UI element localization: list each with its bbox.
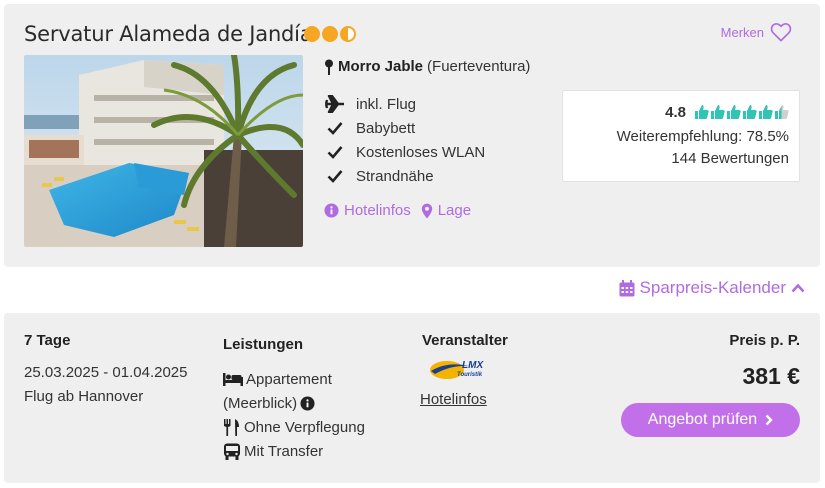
heart-icon <box>770 23 792 42</box>
check-offer-label: Angebot prüfen <box>647 411 758 428</box>
feature-item: Babybett <box>324 116 485 140</box>
rating-score: 4.8 <box>665 103 686 121</box>
review-count: 144 Bewertungen <box>671 150 789 167</box>
lmx-touristik-logo: LMX Touristik <box>430 360 484 379</box>
info-icon <box>324 203 339 218</box>
location-city: Morro Jable <box>338 58 424 75</box>
half-star-icon <box>340 26 356 42</box>
service-board: Ohne Verpflegung <box>223 415 365 439</box>
feature-label: Kostenloses WLAN <box>356 143 486 161</box>
thumbs-up-icon <box>743 105 757 119</box>
location-label: Lage <box>437 202 472 219</box>
calendar-label: Sparpreis-Kalender <box>639 278 786 297</box>
save-button[interactable]: Merken <box>721 22 792 42</box>
chevron-right-icon <box>765 414 773 426</box>
trip-details: 25.03.2025 - 01.04.2025 Flug ab Hannover <box>24 361 187 409</box>
feature-item: inkl. Flug <box>324 92 485 116</box>
map-pin-icon <box>421 203 432 218</box>
thumbs-up-icon <box>695 105 709 119</box>
location-region: (Fuerteventura) <box>427 58 531 75</box>
service-room: Appartement <box>223 367 365 391</box>
room-detail: (Meerblick) <box>223 394 298 412</box>
bed-icon <box>223 373 243 386</box>
hotel-info-label: Hotelinfos <box>344 202 411 219</box>
trip-duration: 7 Tage <box>24 332 71 349</box>
thumbs-rating <box>694 104 789 120</box>
rating-summary: 4.8 <box>563 101 789 123</box>
hotel-info-link[interactable]: Hotelinfos <box>324 202 411 219</box>
location-link[interactable]: Lage <box>421 202 471 219</box>
feature-item: Kostenloses WLAN <box>324 140 485 164</box>
price-label: Preis p. P. <box>729 332 800 349</box>
logo-subtext: Touristik <box>457 372 483 378</box>
feature-list: inkl. Flug Babybett Kostenloses WLAN Str… <box>324 92 485 188</box>
services-title: Leistungen <box>223 336 304 353</box>
transfer-type: Mit Transfer <box>244 442 324 460</box>
thumbs-up-icon <box>727 105 741 119</box>
departure-airport: Flug ab Hannover <box>24 388 144 405</box>
price-calendar-toggle[interactable]: Sparpreis-Kalender <box>619 278 805 298</box>
check-offer-button[interactable]: Angebot prüfen <box>621 403 800 437</box>
room-type: Appartement <box>246 370 332 388</box>
hotel-pool-image <box>24 55 303 247</box>
rating-box[interactable]: 4.8 Weiterempfehlung: 78.5% 144 Bewertun… <box>562 90 800 182</box>
hotel-links: Hotelinfos Lage <box>324 202 471 219</box>
hotel-star-rating <box>304 26 356 42</box>
hotel-card: Servatur Alameda de Jandía Merken Morro … <box>4 4 820 267</box>
service-room-detail: (Meerblick) <box>223 391 365 415</box>
feature-label: Strandnähe <box>356 167 434 185</box>
info-icon[interactable] <box>300 395 315 411</box>
pin-icon <box>325 59 333 75</box>
recommendation-rate: Weiterempfehlung: 78.5% <box>616 128 789 145</box>
feature-label: Babybett <box>356 119 416 137</box>
hotel-photo[interactable] <box>24 55 303 247</box>
logo-text: LMX <box>462 360 484 371</box>
thumbs-up-icon <box>759 105 773 119</box>
save-label: Merken <box>720 24 764 40</box>
plane-icon <box>324 95 346 113</box>
trip-dates: 25.03.2025 - 01.04.2025 <box>24 364 188 381</box>
thumbs-up-icon <box>711 105 725 119</box>
offer-card: 7 Tage 25.03.2025 - 01.04.2025 Flug ab H… <box>4 313 820 483</box>
operator-hotel-info-link[interactable]: Hotelinfos <box>420 391 487 408</box>
star-icon <box>322 26 338 42</box>
check-icon <box>324 169 346 183</box>
board-type: Ohne Verpflegung <box>244 418 365 436</box>
feature-label: inkl. Flug <box>356 95 417 113</box>
operator-title: Veranstalter <box>422 332 508 349</box>
chevron-up-icon <box>791 283 805 293</box>
hotel-location: Morro Jable (Fuerteventura) <box>324 58 530 75</box>
thumbs-up-icon <box>775 105 789 119</box>
star-icon <box>304 26 320 42</box>
services-list: Appartement (Meerblick) Ohne Verpflegung <box>223 367 365 463</box>
calendar-icon <box>619 279 635 296</box>
bus-icon <box>224 443 240 460</box>
feature-item: Strandnähe <box>324 164 485 188</box>
check-icon <box>324 121 346 135</box>
service-transfer: Mit Transfer <box>223 439 365 463</box>
hotel-title[interactable]: Servatur Alameda de Jandía <box>24 22 313 46</box>
check-icon <box>324 145 346 159</box>
price-value: 381 € <box>742 363 800 389</box>
fork-knife-icon <box>224 418 239 436</box>
